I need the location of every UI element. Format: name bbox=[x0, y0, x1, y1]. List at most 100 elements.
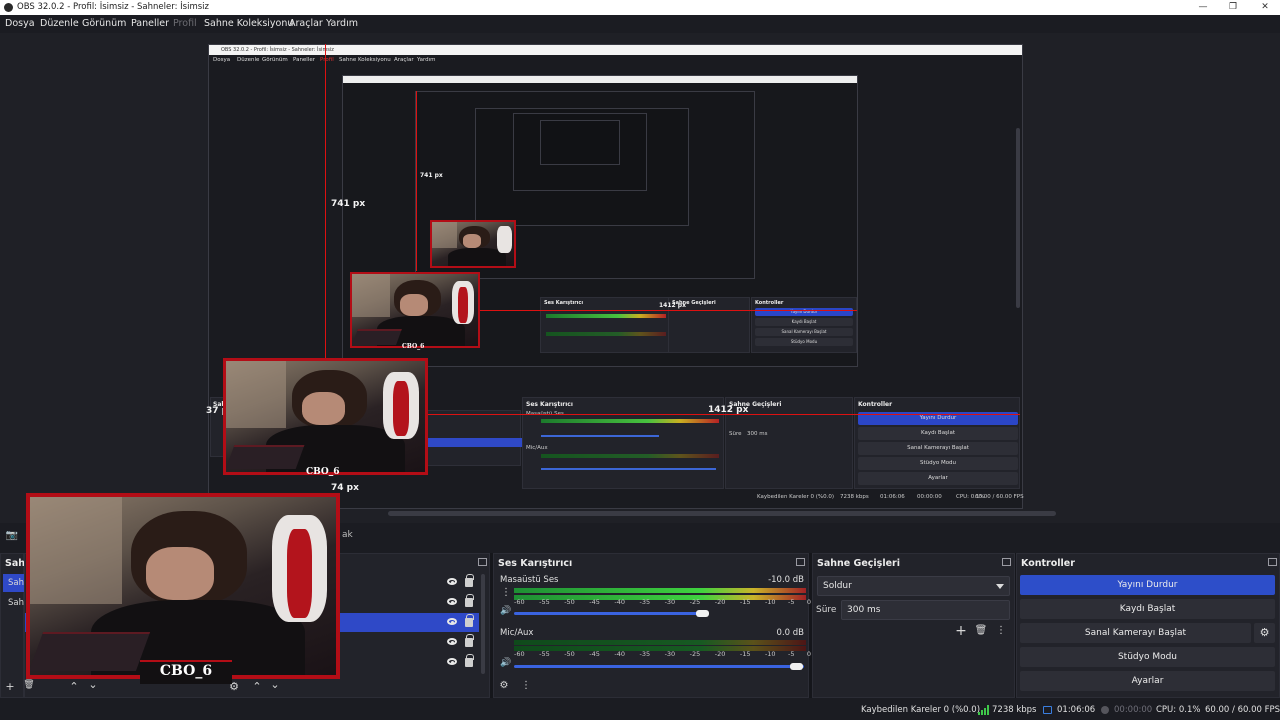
nested-menu-item: Dosya bbox=[213, 57, 231, 63]
desktop-audio-speaker-icon[interactable]: 🔊 bbox=[499, 606, 513, 616]
menu-docks[interactable]: Paneller bbox=[131, 15, 169, 33]
duration-label: Süre bbox=[816, 605, 837, 615]
chevron-down-icon bbox=[996, 584, 1004, 589]
controls-title: Kontroller bbox=[1021, 558, 1075, 569]
lock-icon[interactable] bbox=[465, 634, 474, 647]
nested1-button: Sanal Kamerayı Başlat bbox=[858, 442, 1018, 455]
sources-undock-icon[interactable] bbox=[478, 558, 487, 566]
visibility-eye-icon[interactable] bbox=[447, 618, 457, 625]
menu-file[interactable]: Dosya bbox=[5, 15, 35, 33]
virtual-camera-gear-icon[interactable]: ⚙ bbox=[1254, 623, 1275, 643]
lock-icon[interactable] bbox=[465, 654, 474, 667]
scene-item-selected[interactable]: Sah bbox=[3, 574, 25, 592]
remove-scene-button[interactable]: 🗑 bbox=[22, 680, 36, 690]
menu-help[interactable]: Yardım bbox=[326, 15, 358, 33]
webcam-name-label: CBO_6 bbox=[306, 467, 340, 477]
nested-menu-item: Yardım bbox=[417, 57, 436, 63]
signal-bars-icon bbox=[978, 705, 989, 715]
scene-item[interactable]: Sah bbox=[3, 594, 25, 612]
window-titlebar: OBS 32.0.2 - Profil: İsimsiz - Sahneler:… bbox=[0, 0, 1280, 15]
red-guide-vertical bbox=[325, 44, 326, 360]
studio-mode-button[interactable]: Stüdyo Modu bbox=[1020, 647, 1275, 667]
stop-streaming-button[interactable]: Yayını Durdur bbox=[1020, 575, 1275, 595]
desktop-audio-menu-icon[interactable]: ⋮ bbox=[499, 587, 513, 598]
add-transition-button[interactable]: + bbox=[954, 623, 968, 639]
minimize-button[interactable]: — bbox=[1188, 0, 1218, 15]
mic-aux-volume-slider[interactable] bbox=[514, 665, 804, 668]
add-scene-button[interactable]: + bbox=[3, 680, 17, 693]
sources-scrollbar[interactable] bbox=[481, 574, 485, 674]
source-up-button[interactable]: ⌃ bbox=[250, 680, 264, 693]
visibility-eye-icon[interactable] bbox=[447, 578, 457, 585]
menu-profile[interactable]: Profil bbox=[173, 15, 197, 33]
audio-settings-gear-icon[interactable]: ⚙ bbox=[497, 680, 511, 691]
nested1-duration-label: Süre bbox=[729, 431, 742, 437]
width-measure-label-small: 1412 px bbox=[659, 302, 686, 309]
maximize-button[interactable]: ❐ bbox=[1218, 0, 1248, 15]
menu-view[interactable]: Görünüm bbox=[82, 15, 126, 33]
height-measure-label: 741 px bbox=[331, 199, 366, 209]
mic-aux-volume-knob[interactable] bbox=[790, 663, 803, 670]
nested-menu-item: Sahne Koleksiyonu bbox=[339, 57, 391, 63]
lock-icon[interactable] bbox=[465, 574, 474, 587]
webcam-capture-large bbox=[26, 493, 340, 679]
mic-aux-scale: -60 -55 -50 -45 -40 -35 -30 -25 -20 -15 … bbox=[514, 650, 811, 658]
controls-undock-icon[interactable] bbox=[1268, 558, 1277, 566]
nested-meter bbox=[546, 314, 666, 318]
nested-scrollbar-vertical bbox=[1016, 128, 1020, 308]
webcam-capture-medium bbox=[350, 272, 480, 348]
start-recording-button[interactable]: Kaydı Başlat bbox=[1020, 599, 1275, 619]
desktop-audio-label: Masaüstü Ses bbox=[500, 575, 559, 585]
nested1-duration: 300 ms bbox=[747, 431, 768, 437]
close-button[interactable]: ✕ bbox=[1250, 0, 1280, 15]
desktop-audio-db: -10.0 dB bbox=[768, 575, 804, 585]
transitions-undock-icon[interactable] bbox=[1002, 558, 1011, 566]
lock-icon[interactable] bbox=[465, 594, 474, 607]
audio-undock-icon[interactable] bbox=[796, 558, 805, 566]
nested-audio-title: Ses Karıştırıcı bbox=[544, 300, 584, 306]
audio-menu-icon[interactable]: ⋮ bbox=[519, 680, 533, 691]
sources-partial-label: ak bbox=[342, 530, 353, 540]
record-time-status: 00:00:00 bbox=[1114, 705, 1153, 715]
transition-select[interactable]: Soldur bbox=[817, 576, 1010, 596]
nested-menu-bar: Dosya Düzenle Görünüm Paneller Profil Sa… bbox=[209, 55, 1022, 65]
scene-down-button[interactable]: ⌄ bbox=[86, 678, 100, 691]
nested1-controls-title: Kontroller bbox=[858, 401, 893, 408]
nested1-dropped-frames: Kaybedilen Kareler 0 (%0.0) bbox=[757, 494, 835, 500]
source-down-button[interactable]: ⌄ bbox=[268, 678, 282, 691]
nested-menu-item: Paneller bbox=[293, 57, 316, 63]
nested1-mic-label: Mic/Aux bbox=[526, 445, 548, 451]
dropped-frames-status: Kaybedilen Kareler 0 (%0.0) bbox=[861, 705, 981, 715]
desktop-audio-meter bbox=[514, 588, 806, 593]
camera-icon[interactable]: 📷 bbox=[5, 530, 19, 541]
nested1-audio-title: Ses Karıştırıcı bbox=[526, 401, 573, 408]
nested1-kbps: 7238 kbps bbox=[840, 494, 869, 500]
visibility-eye-icon[interactable] bbox=[447, 658, 457, 665]
visibility-eye-icon[interactable] bbox=[447, 638, 457, 645]
bitrate-status: 7238 kbps bbox=[992, 705, 1037, 715]
mic-aux-db: 0.0 dB bbox=[776, 628, 804, 638]
start-virtual-camera-button[interactable]: Sanal Kamerayı Başlat bbox=[1020, 623, 1251, 643]
settings-button[interactable]: Ayarlar bbox=[1020, 671, 1275, 691]
mouse-cursor-icon bbox=[1147, 0, 1152, 7]
desktop-audio-volume-knob[interactable] bbox=[696, 610, 709, 617]
nested-menu-item: Görünüm bbox=[262, 57, 288, 63]
remove-transition-button[interactable]: 🗑 bbox=[974, 625, 988, 636]
visibility-eye-icon[interactable] bbox=[447, 598, 457, 605]
scenes-dock: Sah Sah Sah bbox=[0, 553, 25, 698]
audio-mixer-title: Ses Karıştırıcı bbox=[498, 558, 573, 569]
scene-up-button[interactable]: ⌃ bbox=[67, 680, 81, 693]
mic-aux-speaker-icon[interactable]: 🔊 bbox=[499, 658, 513, 668]
menu-scene-collection[interactable]: Sahne Koleksiyonu bbox=[204, 15, 293, 33]
menu-tools[interactable]: Araçlar bbox=[289, 15, 323, 33]
webcam-capture-selected[interactable] bbox=[223, 358, 428, 475]
menu-edit[interactable]: Düzenle bbox=[40, 15, 79, 33]
preview-scrollbar-horizontal[interactable] bbox=[388, 511, 1056, 516]
desktop-audio-volume-slider[interactable] bbox=[514, 612, 704, 615]
lock-icon[interactable] bbox=[465, 614, 474, 627]
nested1-meter bbox=[541, 419, 719, 423]
nested-audio-panel: Ses Karıştırıcı bbox=[540, 297, 672, 353]
transition-menu-icon[interactable]: ⋮ bbox=[994, 625, 1008, 636]
scene-transitions-title: Sahne Geçişleri bbox=[817, 558, 900, 569]
duration-spinbox[interactable]: 300 ms bbox=[841, 600, 1010, 620]
